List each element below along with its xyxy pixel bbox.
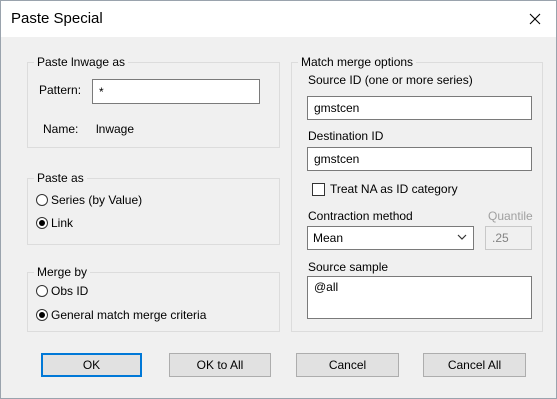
radio-obs-id-indicator[interactable] xyxy=(36,285,48,297)
radio-series-by-value[interactable]: Series (by Value) xyxy=(36,193,142,207)
treat-na-checkbox-box[interactable] xyxy=(312,182,325,196)
contraction-method-select[interactable]: Mean xyxy=(307,226,474,250)
paste-name-group: Paste lnwage as Pattern: Name: lnwage xyxy=(27,55,280,148)
radio-link-label: Link xyxy=(51,216,74,230)
source-id-label: Source ID (one or more series) xyxy=(308,73,473,87)
source-sample-input[interactable]: @all xyxy=(307,276,532,319)
pattern-label: Pattern: xyxy=(39,83,82,97)
quantile-input xyxy=(485,226,532,250)
destination-id-input[interactable] xyxy=(307,147,532,171)
treat-na-label: Treat NA as ID category xyxy=(330,182,458,196)
close-icon xyxy=(529,13,541,25)
paste-as-group: Paste as Series (by Value) Link xyxy=(27,171,280,245)
source-id-input[interactable] xyxy=(307,96,532,120)
pattern-input[interactable] xyxy=(92,79,260,104)
radio-general-match-merge-label: General match merge criteria xyxy=(51,308,207,322)
radio-link-indicator[interactable] xyxy=(36,217,48,229)
contraction-method-value: Mean xyxy=(313,231,344,245)
source-sample-label: Source sample xyxy=(308,260,389,274)
cancel-button[interactable]: Cancel xyxy=(296,353,399,377)
merge-by-group-title: Merge by xyxy=(34,265,91,279)
radio-obs-id-label: Obs ID xyxy=(51,284,89,298)
title-bar: Paste Special xyxy=(1,1,556,37)
merge-by-group: Merge by Obs ID General match merge crit… xyxy=(27,265,280,332)
paste-as-group-title: Paste as xyxy=(34,171,87,185)
match-merge-options-title: Match merge options xyxy=(298,55,417,69)
name-value: lnwage xyxy=(96,122,135,136)
radio-series-by-value-indicator[interactable] xyxy=(36,194,48,206)
radio-general-match-merge[interactable]: General match merge criteria xyxy=(36,308,206,322)
close-button[interactable] xyxy=(522,7,548,31)
radio-general-match-merge-indicator[interactable] xyxy=(36,309,48,321)
quantile-label: Quantile xyxy=(488,209,533,223)
chevron-down-icon xyxy=(457,234,467,240)
paste-special-dialog: Paste Special Paste lnwage as Pattern: N… xyxy=(0,0,557,399)
ok-button[interactable]: OK xyxy=(41,353,142,377)
radio-series-by-value-label: Series (by Value) xyxy=(51,193,143,207)
name-label: Name: xyxy=(43,122,79,136)
paste-name-group-title: Paste lnwage as xyxy=(34,55,129,69)
dialog-title: Paste Special xyxy=(11,10,103,27)
contraction-method-label: Contraction method xyxy=(308,209,413,223)
destination-id-label: Destination ID xyxy=(308,129,384,143)
radio-link[interactable]: Link xyxy=(36,216,73,230)
cancel-all-button[interactable]: Cancel All xyxy=(423,353,526,377)
treat-na-checkbox[interactable]: Treat NA as ID category xyxy=(312,182,458,196)
radio-obs-id[interactable]: Obs ID xyxy=(36,284,88,298)
match-merge-options-group: Match merge options Source ID (one or mo… xyxy=(291,55,543,332)
ok-to-all-button[interactable]: OK to All xyxy=(169,353,271,377)
